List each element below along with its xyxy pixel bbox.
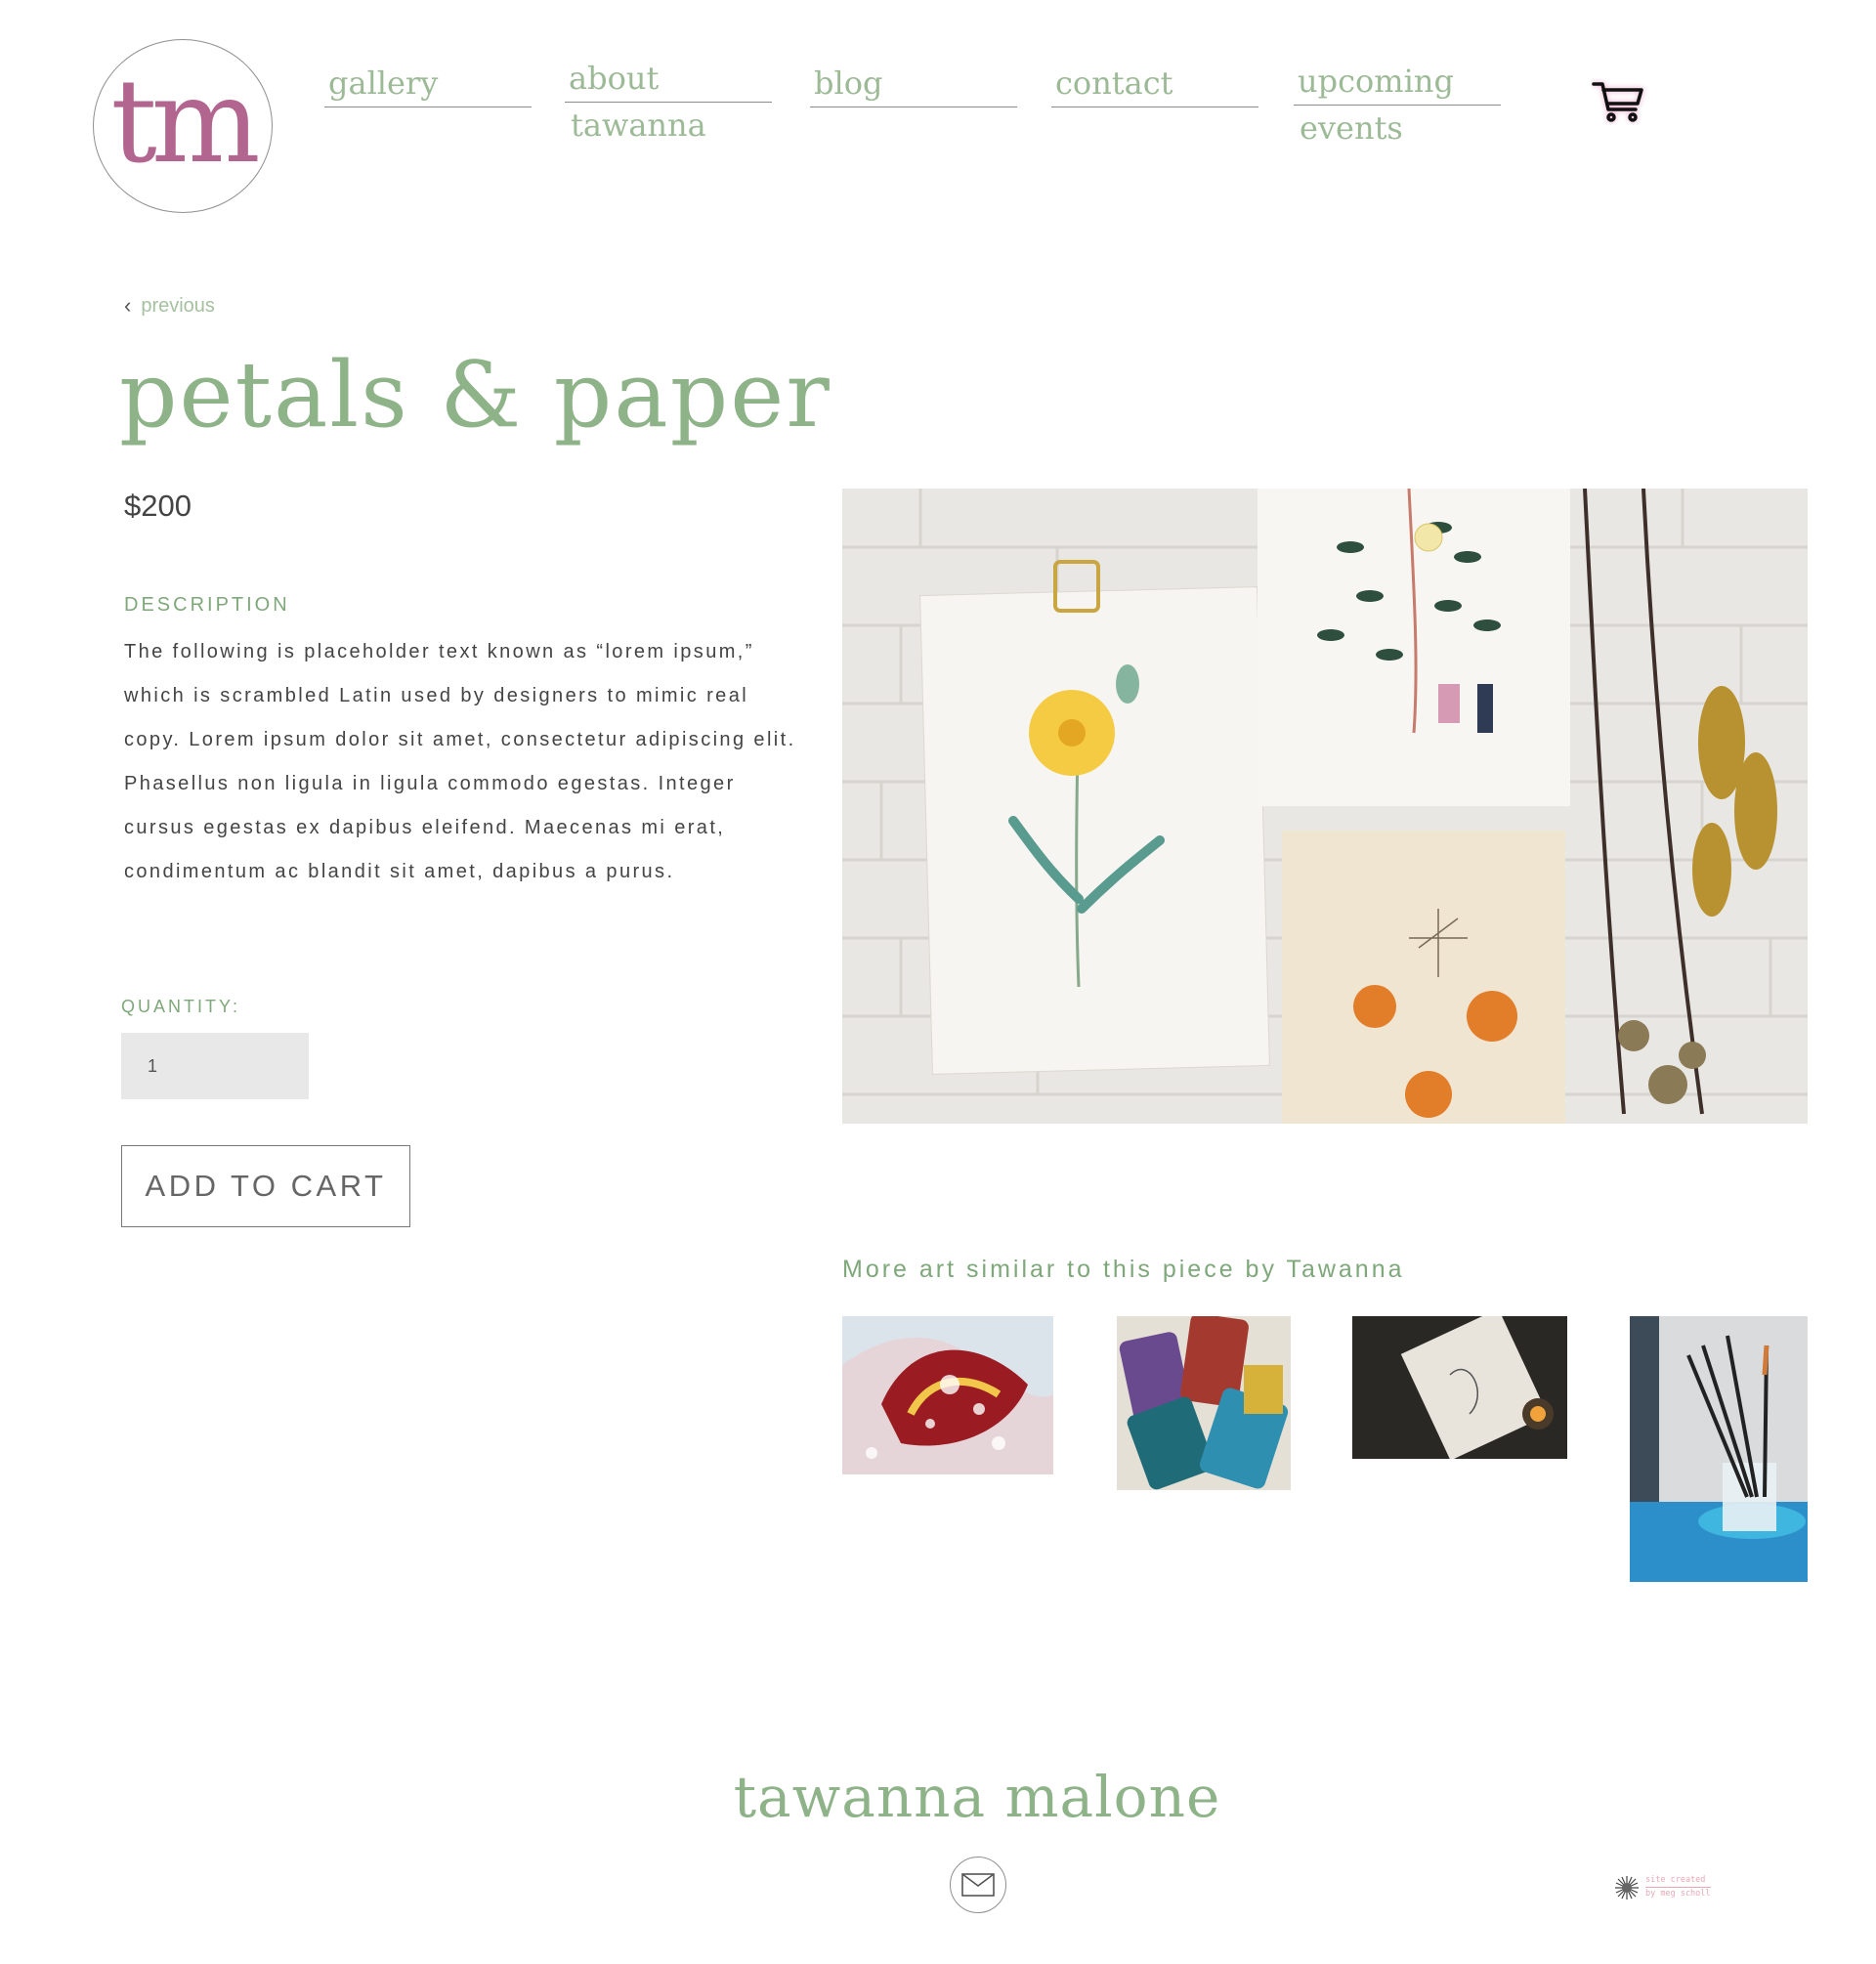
nav-about-tawanna[interactable]: about tawanna <box>565 56 772 149</box>
similar-art-thumbnail[interactable] <box>1630 1316 1808 1582</box>
nav-upcoming-label: upcoming <box>1294 59 1501 106</box>
credit-line-2: by meg scholl <box>1645 1889 1711 1899</box>
chevron-left-icon: ‹ <box>124 293 132 318</box>
similar-art-heading: More art similar to this piece by Tawann… <box>842 1256 1405 1283</box>
product-image <box>842 489 1808 1124</box>
shopping-cart-icon[interactable] <box>1591 78 1647 125</box>
envelope-icon[interactable] <box>950 1857 1006 1913</box>
product-price: $200 <box>124 489 192 523</box>
nav-contact[interactable]: contact <box>1051 61 1258 107</box>
flower-icon <box>1615 1875 1639 1900</box>
product-title: petals & paper <box>119 342 831 448</box>
nav-blog[interactable]: blog <box>810 61 1017 107</box>
quantity-input[interactable] <box>121 1033 309 1099</box>
nav-gallery[interactable]: gallery <box>324 61 532 107</box>
nav-blog-label: blog <box>810 61 1017 107</box>
logo-text: tm <box>110 54 260 189</box>
similar-art-thumbnail[interactable] <box>1352 1316 1567 1459</box>
description-text: The following is placeholder text known … <box>124 641 796 882</box>
nav-upcoming-label-2: events <box>1300 109 1403 147</box>
nav-upcoming-events[interactable]: upcoming events <box>1294 59 1501 151</box>
previous-label: previous <box>141 294 215 317</box>
nav-contact-label: contact <box>1051 61 1258 107</box>
footer-name: tawanna malone <box>733 1764 1221 1830</box>
nav-gallery-label: gallery <box>324 61 532 107</box>
site-logo[interactable]: tm <box>93 39 273 213</box>
previous-link[interactable]: ‹ previous <box>124 293 215 319</box>
nav-about-label-2: tawanna <box>571 107 706 144</box>
add-to-cart-button[interactable]: ADD TO CART <box>121 1145 410 1227</box>
site-credit[interactable]: site created by meg scholl <box>1614 1874 1711 1900</box>
credit-line-1: site created <box>1645 1874 1711 1888</box>
similar-art-thumbnail[interactable] <box>1117 1316 1291 1490</box>
quantity-label: QUANTITY: <box>121 997 241 1016</box>
description-label: DESCRIPTION <box>124 594 290 616</box>
similar-art-thumbnail[interactable] <box>842 1316 1053 1474</box>
nav-about-label: about <box>565 56 772 103</box>
